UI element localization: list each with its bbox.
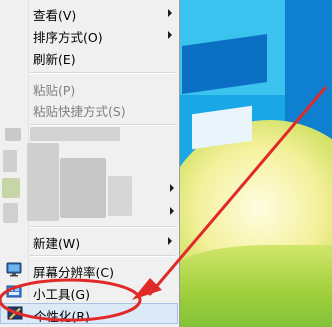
- annotation-overlay: [0, 86, 327, 322]
- red-highlight-circle: [0, 278, 142, 322]
- red-arrow: [132, 86, 327, 300]
